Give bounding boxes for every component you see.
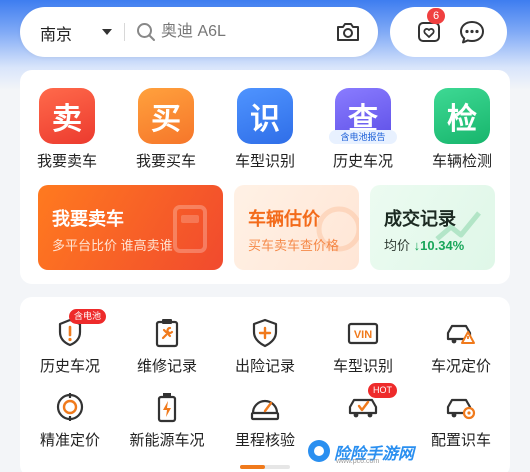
tool-vin-recognition[interactable]: VIN 车型识别	[318, 317, 408, 387]
inspection-icon: 检	[434, 88, 490, 144]
scroll-indicator-thumb	[240, 465, 265, 469]
tool-condition-pricing[interactable]: 车况定价	[416, 317, 506, 387]
site-watermark: 险险手游网 www.pc6.com	[300, 436, 425, 466]
search-icon	[137, 23, 155, 41]
battery-report-tag: 含电池报告	[329, 130, 397, 144]
battery-bolt-icon	[157, 393, 177, 423]
average-label: 均价	[384, 238, 411, 253]
tool-claim-records[interactable]: 出险记录	[220, 317, 310, 387]
hot-tag: HOT	[368, 383, 397, 398]
promo-subtitle: 多平台比价 谁高卖谁	[52, 238, 173, 253]
promo-sell-car[interactable]: 我要卖车 多平台比价 谁高卖谁	[38, 185, 223, 270]
promo-transactions[interactable]: 成交记录 均价 ↓10.34%	[370, 185, 495, 270]
tool-history-condition[interactable]: 含电池 历史车况	[25, 309, 115, 387]
clipboard-wrench-icon	[155, 319, 179, 348]
shield-plus-icon	[252, 318, 278, 348]
vin-icon: VIN	[347, 322, 379, 345]
scroll-indicator	[240, 465, 290, 469]
car-warning-icon	[446, 324, 475, 344]
tool-ev-condition[interactable]: 新能源车况	[122, 391, 212, 461]
car-gear-icon	[446, 398, 476, 420]
header-actions: 6	[390, 7, 507, 57]
tool-label: 车况定价	[430, 358, 491, 375]
search-bar[interactable]: 南京	[20, 7, 378, 57]
tool-mileage-check[interactable]: 里程核验	[220, 391, 310, 461]
tools-card: 含电池 历史车况 维修记录 出险记录 VIN 车型识别 车况定价 精准定价 新能…	[20, 297, 510, 472]
sell-icon: 卖	[39, 88, 95, 144]
tool-label: 配置识车	[430, 432, 491, 449]
quick-label: 历史车况	[332, 153, 393, 170]
message-icon[interactable]	[459, 20, 485, 44]
tool-label: 出险记录	[234, 358, 295, 375]
tool-label: 精准定价	[39, 432, 100, 449]
site-logo-icon	[308, 440, 330, 462]
buy-icon: 买	[138, 88, 194, 144]
quick-model-recognition[interactable]: 识 车型识别	[225, 88, 305, 170]
divider	[124, 23, 125, 41]
quick-label: 车型识别	[234, 153, 295, 170]
tool-config-recognition[interactable]: 配置识车	[416, 391, 506, 461]
tool-label: 新能源车况	[129, 432, 205, 449]
quick-label: 车辆检测	[431, 153, 492, 170]
tool-label: 维修记录	[136, 358, 197, 375]
camera-icon[interactable]	[334, 19, 362, 45]
quick-sell-car[interactable]: 卖 我要卖车	[27, 88, 107, 170]
quick-label: 我要卖车	[36, 153, 97, 170]
target-icon	[56, 393, 84, 421]
battery-tag: 含电池	[69, 309, 107, 324]
quick-history-condition[interactable]: 查 含电池报告 历史车况	[323, 88, 403, 170]
vin-text: VIN	[354, 329, 372, 341]
tool-precise-pricing[interactable]: 精准定价	[25, 391, 115, 461]
city-selector[interactable]: 南京	[40, 21, 72, 45]
tool-label: 里程核验	[234, 432, 295, 449]
coin-icon	[316, 206, 359, 252]
odometer-icon	[250, 399, 280, 421]
trend-line-icon	[435, 211, 481, 241]
phone-icon	[173, 205, 207, 253]
promo-title: 我要卖车	[52, 209, 124, 229]
quick-buy-car[interactable]: 买 我要买车	[126, 88, 206, 170]
promo-title: 车辆估价	[248, 209, 320, 229]
favorites-badge: 6	[427, 8, 445, 24]
promo-valuation[interactable]: 车辆估价 买车卖车查价格	[234, 185, 359, 270]
recognize-icon: 识	[237, 88, 293, 144]
search-input[interactable]	[161, 20, 341, 44]
quick-vehicle-inspection[interactable]: 检 车辆检测	[422, 88, 502, 170]
tool-repair-records[interactable]: 维修记录	[122, 317, 212, 387]
tool-label: 历史车况	[39, 358, 100, 375]
quick-label: 我要买车	[135, 153, 196, 170]
watermark-url: www.pc6.com	[336, 458, 380, 465]
services-card: 卖 我要卖车 买 我要买车 识 车型识别 查 含电池报告 历史车况 检 车辆检测…	[20, 70, 510, 284]
chevron-down-icon[interactable]	[102, 29, 112, 35]
tool-label: 车型识别	[332, 358, 393, 375]
